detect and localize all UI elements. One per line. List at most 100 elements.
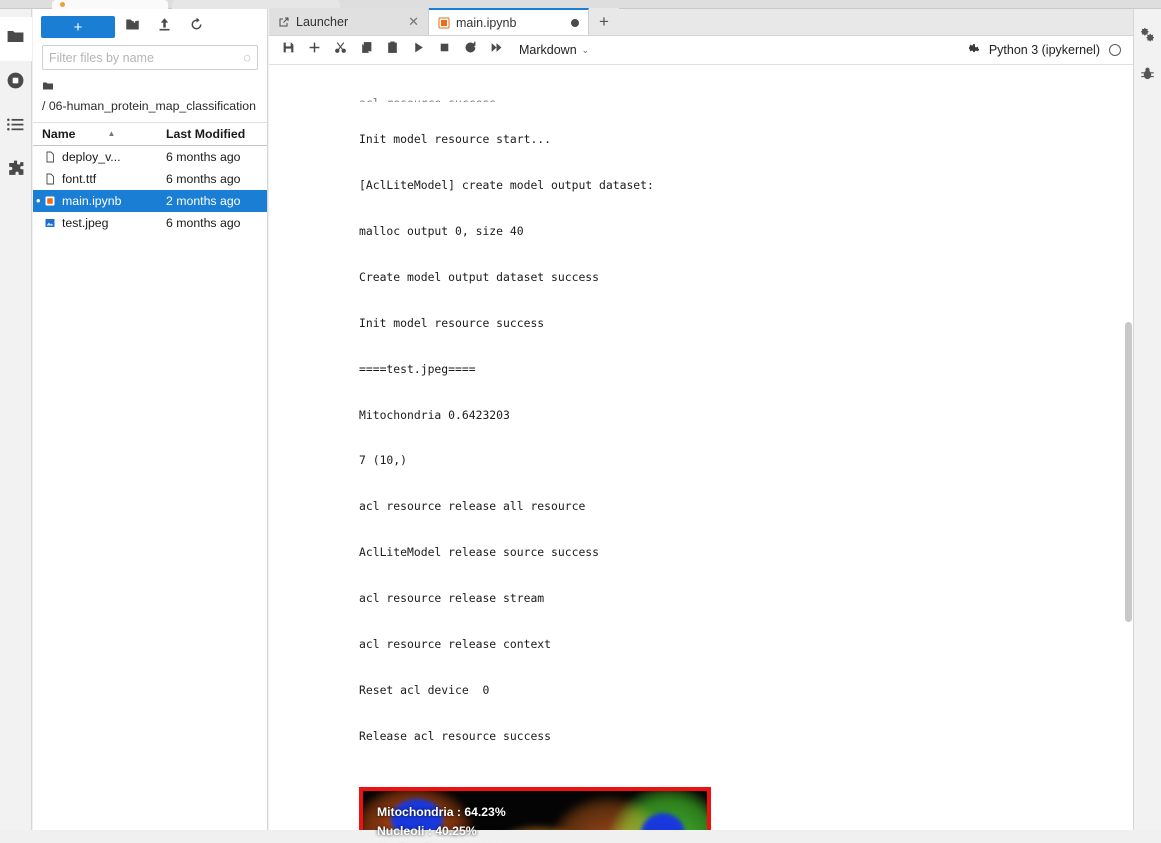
tab-label: main.ipynb <box>456 15 517 30</box>
scrollbar-thumb[interactable] <box>1125 322 1132 622</box>
fast-forward-icon <box>490 41 503 59</box>
cell-type-select[interactable]: Markdown ⌄ <box>519 43 589 57</box>
vertical-scrollbar[interactable] <box>1125 122 1132 843</box>
sidebar-item-debugger[interactable] <box>1134 57 1161 95</box>
file-modified: 6 months ago <box>166 215 241 230</box>
output-line: Init model resource success <box>359 315 545 330</box>
file-modified: 6 months ago <box>166 171 241 186</box>
file-browser-panel: + ◌ / 0 <box>33 9 268 843</box>
sidebar-item-running-terminals[interactable] <box>0 61 32 105</box>
tab-launcher[interactable]: Launcher ✕ <box>269 8 429 35</box>
play-icon <box>412 41 425 59</box>
file-name: main.ipynb <box>62 193 122 208</box>
file-browser-toolbar: + <box>33 9 267 45</box>
save-icon <box>282 41 295 59</box>
output-line: AclLiteModel release source success <box>359 545 600 560</box>
right-activity-bar <box>1133 9 1161 843</box>
output-line: acl resource release stream <box>359 591 545 606</box>
plus-icon <box>308 41 321 59</box>
unsaved-indicator-icon[interactable] <box>571 18 579 27</box>
paste-button[interactable] <box>379 38 405 62</box>
kernel-name: Python 3 (ipykernel) <box>988 43 1100 57</box>
clipped-output-line: acl resource success <box>359 96 1133 102</box>
folder-icon <box>42 80 54 98</box>
paste-icon <box>386 41 399 59</box>
output-line: acl resource release all resource <box>359 499 586 514</box>
search-input[interactable] <box>49 50 244 65</box>
scissors-icon <box>334 41 347 59</box>
jupyterlab-window: + ◌ / 0 <box>0 0 1161 843</box>
output-line: Init model resource start... <box>359 132 552 147</box>
save-button[interactable] <box>275 38 301 62</box>
file-modified: 2 months ago <box>166 193 241 208</box>
gears-icon <box>1140 28 1155 48</box>
restart-run-all-button[interactable] <box>483 38 509 62</box>
puzzle-icon <box>6 159 25 183</box>
run-button[interactable] <box>405 38 431 62</box>
column-header-last-modified[interactable]: Last Modified <box>166 127 258 141</box>
file-icon <box>44 150 62 164</box>
launcher-icon <box>278 16 290 28</box>
sidebar-item-commands[interactable] <box>0 105 32 149</box>
prediction-labels: Mitochondria : 64.23% Nucleoli : 40.25% … <box>377 803 506 843</box>
bug-icon <box>1140 66 1155 86</box>
restart-kernel-button[interactable] <box>457 38 483 62</box>
tab-bar: Launcher ✕ main.ipynb + <box>269 8 1133 36</box>
output-line: Release acl resource success <box>359 728 552 743</box>
idle-circle-icon <box>1109 44 1121 56</box>
gear-icon[interactable] <box>968 43 980 58</box>
notebook-content: acl resource success Init model resource… <box>277 65 1133 843</box>
notebook-toolbar: Markdown ⌄ Python 3 (ipykernel) <box>269 36 1133 65</box>
tab-label: Launcher <box>296 14 349 29</box>
notebook-gutter <box>269 65 277 843</box>
list-item-selected[interactable]: • main.ipynb 2 months ago <box>33 189 267 212</box>
output-line: 7 (10,) <box>359 453 408 468</box>
browser-tab-1[interactable] <box>52 0 168 9</box>
file-name: font.ttf <box>62 171 97 186</box>
output-line: [AclLiteModel] create model output datas… <box>359 178 654 193</box>
cut-button[interactable] <box>327 38 353 62</box>
circle-icon[interactable]: ◌ <box>243 50 251 65</box>
close-icon[interactable]: ✕ <box>408 14 419 30</box>
file-name: deploy_v... <box>62 149 121 164</box>
sidebar-item-file-browser[interactable] <box>0 17 32 61</box>
file-icon <box>44 172 62 186</box>
output-line: malloc output 0, size 40 <box>359 223 524 238</box>
left-activity-bar <box>0 9 32 843</box>
breadcrumb[interactable]: / 06-human_protein_map_classification <box>33 76 267 122</box>
output-line: ====test.jpeg==== <box>359 361 476 376</box>
list-icon <box>6 115 25 139</box>
prediction-label: Nucleoli : 40.25% <box>377 823 477 838</box>
tab-main-ipynb[interactable]: main.ipynb <box>429 8 589 35</box>
insert-cell-button[interactable] <box>301 38 327 62</box>
upload-button[interactable] <box>149 14 179 40</box>
new-folder-button[interactable] <box>117 14 147 40</box>
sidebar-item-property-inspector[interactable] <box>1134 19 1161 57</box>
square-icon <box>438 41 451 59</box>
file-name: test.jpeg <box>62 215 109 230</box>
image-icon <box>44 216 62 230</box>
column-header-name[interactable]: Name ▲ <box>42 127 166 141</box>
refresh-icon <box>464 41 477 59</box>
sidebar-item-extensions[interactable] <box>0 149 32 193</box>
output-line: Create model output dataset success <box>359 269 600 284</box>
copy-icon <box>360 41 373 59</box>
list-item[interactable]: deploy_v... 6 months ago <box>33 146 267 168</box>
new-tab-button[interactable]: + <box>589 8 619 35</box>
stop-button[interactable] <box>431 38 457 62</box>
prediction-label: Mitochondria : 64.23% <box>377 804 506 819</box>
file-filter-box[interactable]: ◌ <box>42 45 258 70</box>
list-item[interactable]: test.jpeg 6 months ago <box>33 212 267 234</box>
list-item[interactable]: font.ttf 6 months ago <box>33 168 267 190</box>
notebook-icon <box>44 194 62 208</box>
cell-output-stream: acl resource success Init model resource… <box>277 65 1133 775</box>
output-line: acl resource release context <box>359 636 552 651</box>
refresh-file-list-button[interactable] <box>181 14 211 40</box>
kernel-indicator[interactable]: Python 3 (ipykernel) <box>968 43 1127 58</box>
notebook-scroll-area[interactable]: acl resource success Init model resource… <box>269 65 1133 843</box>
browser-favicon <box>60 2 65 7</box>
upload-icon <box>157 17 172 37</box>
copy-button[interactable] <box>353 38 379 62</box>
new-launcher-button[interactable]: + <box>41 16 115 38</box>
cell-type-value: Markdown <box>519 43 577 57</box>
